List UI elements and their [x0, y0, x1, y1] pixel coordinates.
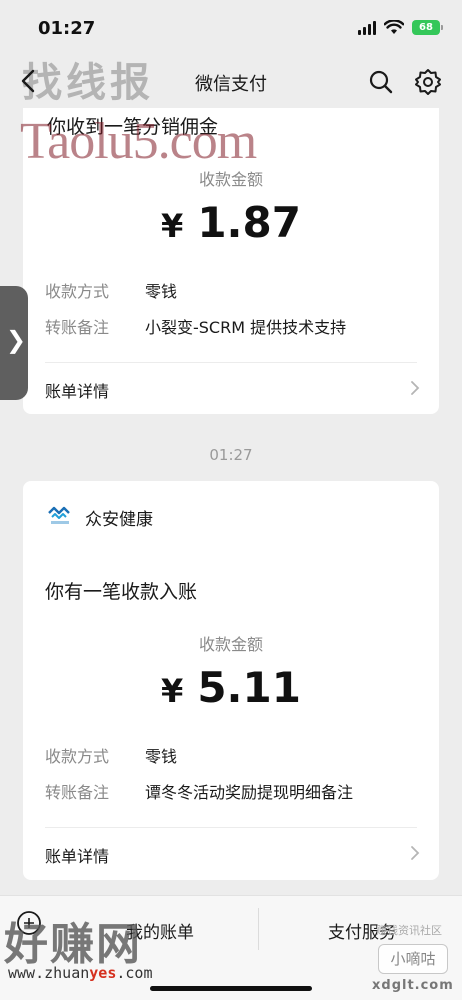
- brand-name: 众安健康: [85, 510, 153, 530]
- divider: [45, 827, 417, 828]
- bill-details-label: 账单详情: [45, 847, 110, 866]
- watermark-url: www.zhuanyes.com: [8, 964, 153, 982]
- currency-symbol: ¥: [161, 207, 184, 245]
- message-title: 你有一笔收款入账: [45, 581, 198, 603]
- bill-details-label: 账单详情: [45, 382, 110, 401]
- amount-value: ¥1.87: [23, 198, 439, 247]
- bill-details-link[interactable]: 账单详情: [45, 368, 423, 408]
- bill-details-link[interactable]: 账单详情: [45, 833, 423, 873]
- watermark-url-highlight: yes: [89, 964, 117, 982]
- divider: [45, 362, 417, 363]
- battery-icon: 68: [412, 20, 443, 35]
- transfer-note-value: 谭冬冬活动奖励提现明细备注: [145, 783, 354, 802]
- wifi-icon: [384, 20, 404, 34]
- search-icon[interactable]: [368, 69, 394, 95]
- side-drawer-handle[interactable]: ❯: [0, 286, 28, 400]
- chevron-right-icon: ❯: [6, 326, 27, 354]
- message-timestamp: 01:27: [209, 446, 253, 464]
- watermark-caption: 赚钱资讯社区: [376, 924, 442, 937]
- payment-method-label: 收款方式: [45, 282, 110, 301]
- transfer-note-value: 小裂变-SCRM 提供技术支持: [145, 318, 347, 337]
- gear-icon[interactable]: [414, 68, 442, 96]
- payment-method-value: 零钱: [145, 747, 178, 766]
- amount-number: 1.87: [197, 198, 301, 247]
- payment-method-label: 收款方式: [45, 747, 110, 766]
- home-indicator[interactable]: [150, 986, 312, 991]
- transfer-note-label: 转账备注: [45, 783, 110, 802]
- amount-number: 5.11: [197, 663, 301, 712]
- watermark-url-prefix: www.zhuan: [8, 964, 90, 982]
- menu-divider: [258, 908, 259, 950]
- status-icons: 68: [358, 20, 443, 35]
- cellular-signal-icon: [358, 20, 376, 35]
- watermark-url-right: xdglt.com: [372, 978, 454, 993]
- transfer-note-label: 转账备注: [45, 318, 110, 337]
- zhongan-logo-icon: [48, 506, 70, 524]
- currency-symbol: ¥: [161, 672, 184, 710]
- status-time: 01:27: [38, 18, 96, 39]
- watermark-haozhuan: 好赚网: [4, 919, 142, 970]
- payment-message-card-2: 众安健康 你有一笔收款入账 收款金额 ¥5.11 收款方式 零钱 转账备注 谭冬…: [23, 481, 439, 880]
- nav-bar: 微信支付: [0, 56, 462, 108]
- chevron-right-icon: [411, 381, 420, 395]
- chevron-right-icon: [411, 846, 420, 860]
- payment-method-value: 零钱: [145, 282, 178, 301]
- amount-value: ¥5.11: [23, 663, 439, 712]
- watermark-url-suffix: .com: [116, 964, 153, 982]
- watermark-badge: 小嘀咕: [378, 944, 448, 974]
- status-bar: 01:27 68: [0, 0, 462, 56]
- amount-label: 收款金额: [198, 635, 263, 654]
- watermark-taolu: Taolu5.com: [20, 113, 257, 170]
